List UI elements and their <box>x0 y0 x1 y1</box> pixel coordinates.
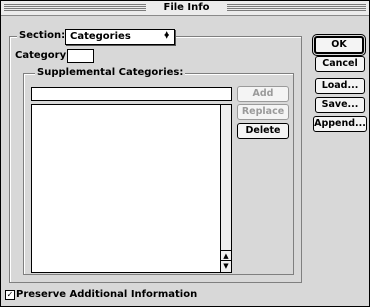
ok-button[interactable]: OK <box>314 36 364 54</box>
list-scrollbar[interactable]: ▲ ▼ <box>220 105 231 272</box>
title-bar[interactable]: File Info <box>1 1 369 16</box>
scroll-down-icon[interactable]: ▼ <box>221 260 231 271</box>
popup-arrows-icon: ▲ ▼ <box>164 30 169 40</box>
category-field[interactable] <box>67 49 94 63</box>
section-popup-value: Categories <box>70 31 131 42</box>
append-button[interactable]: Append... <box>313 116 367 132</box>
save-button[interactable]: Save... <box>315 97 365 113</box>
file-info-dialog: File Info Section: Categories ▲ ▼ Categor… <box>0 0 370 307</box>
delete-button[interactable]: Delete <box>237 123 289 139</box>
title-stripes-right <box>227 4 366 12</box>
category-label: Category: <box>15 50 71 61</box>
title-stripes-left <box>4 4 146 12</box>
window-title: File Info <box>163 2 210 13</box>
supplemental-list[interactable]: ▲ ▼ <box>31 104 232 273</box>
preserve-label: Preserve Additional Information <box>16 289 198 300</box>
replace-button[interactable]: Replace <box>237 104 289 120</box>
supplemental-label: Supplemental Categories: <box>35 67 186 78</box>
supplemental-input[interactable] <box>31 87 232 101</box>
load-button[interactable]: Load... <box>315 78 365 94</box>
section-label: Section: <box>17 30 68 41</box>
section-popup[interactable]: Categories ▲ ▼ <box>65 29 175 45</box>
add-button[interactable]: Add <box>237 86 289 102</box>
cancel-button[interactable]: Cancel <box>315 56 365 72</box>
preserve-checkbox[interactable]: ✓ <box>5 290 15 300</box>
